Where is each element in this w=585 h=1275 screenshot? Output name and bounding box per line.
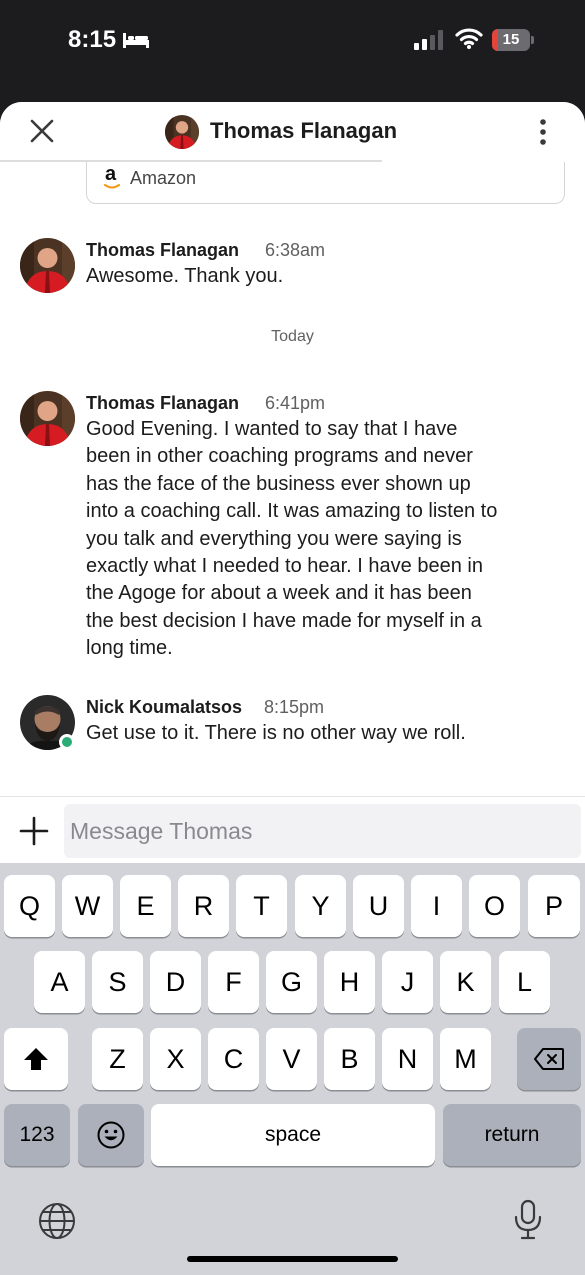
key-b[interactable]: B	[324, 1028, 375, 1090]
message-line: the best decision I have made for myself…	[86, 609, 482, 632]
key-z[interactable]: Z	[92, 1028, 143, 1090]
delete-key[interactable]	[517, 1028, 581, 1090]
key-k[interactable]: K	[440, 951, 491, 1013]
cellular-signal-icon	[414, 30, 443, 50]
shift-icon	[24, 1048, 48, 1070]
avatar-thomas-flanagan[interactable]	[20, 391, 75, 446]
key-e[interactable]: E	[120, 875, 171, 937]
message-line: long time.	[86, 637, 173, 660]
add-attachment-icon[interactable]	[18, 815, 50, 847]
message-author[interactable]: Thomas Flanagan	[86, 393, 239, 414]
key-r[interactable]: R	[178, 875, 229, 937]
backspace-icon	[534, 1048, 564, 1070]
status-bar: 8:15 15	[0, 0, 585, 100]
date-divider: Today	[271, 328, 314, 345]
key-h[interactable]: H	[324, 951, 375, 1013]
key-w[interactable]: W	[62, 875, 113, 937]
key-n[interactable]: N	[382, 1028, 433, 1090]
key-j[interactable]: J	[382, 951, 433, 1013]
message-timestamp[interactable]: 8:15pm	[264, 697, 324, 718]
key-s[interactable]: S	[92, 951, 143, 1013]
conversation-header: Thomas Flanagan	[0, 102, 585, 162]
link-preview-label: Amazon	[130, 168, 197, 188]
emoji-key[interactable]	[78, 1104, 144, 1166]
shift-key[interactable]	[4, 1028, 68, 1090]
key-l[interactable]: L	[499, 951, 550, 1013]
key-o[interactable]: O	[469, 875, 520, 937]
avatar-thomas-flanagan[interactable]	[20, 238, 75, 293]
message-line: has the face of the business ever shown …	[86, 472, 471, 495]
message-line: the Agoge for about a week and it has be…	[86, 582, 472, 605]
message-input[interactable]	[64, 804, 581, 858]
key-d[interactable]: D	[150, 951, 201, 1013]
microphone-icon[interactable]	[513, 1199, 543, 1241]
globe-icon[interactable]	[38, 1202, 76, 1240]
numbers-key[interactable]: 123	[4, 1104, 70, 1166]
message-line: Get use to it. There is no other way we …	[86, 722, 466, 744]
key-m[interactable]: M	[440, 1028, 491, 1090]
battery-icon: 15	[492, 29, 534, 51]
message-line: you talk and everything you were saying …	[86, 527, 462, 550]
message-line: been in other coaching programs and neve…	[86, 445, 473, 468]
message-body: Get use to it. There is no other way we …	[86, 720, 466, 747]
amazon-logo: a	[105, 163, 117, 185]
key-i[interactable]: I	[411, 875, 462, 937]
key-y[interactable]: Y	[295, 875, 346, 937]
message-line: exactly what I needed to hear. I have be…	[86, 555, 483, 578]
header-divider	[0, 160, 382, 162]
online-status-indicator	[59, 734, 75, 750]
space-key[interactable]: space	[151, 1104, 435, 1166]
key-p[interactable]: P	[528, 875, 580, 937]
close-icon[interactable]	[26, 115, 58, 147]
keyboard: Q W E R T Y U I O P A S D F G H J K L Z …	[0, 863, 585, 1275]
message-line: Good Evening. I wanted to say that I hav…	[86, 418, 458, 440]
message-author[interactable]: Thomas Flanagan	[86, 240, 239, 261]
conversation-title[interactable]: Thomas Flanagan	[210, 118, 397, 144]
key-x[interactable]: X	[150, 1028, 201, 1090]
message-timestamp[interactable]: 6:41pm	[265, 393, 325, 414]
message-line: into a coaching call. It was amazing to …	[86, 500, 498, 523]
key-g[interactable]: G	[266, 951, 317, 1013]
key-t[interactable]: T	[236, 875, 287, 937]
return-key[interactable]: return	[443, 1104, 581, 1166]
key-c[interactable]: C	[208, 1028, 259, 1090]
home-indicator[interactable]	[187, 1256, 398, 1262]
message-composer	[0, 796, 585, 863]
message-timestamp[interactable]: 6:38am	[265, 240, 325, 261]
key-q[interactable]: Q	[4, 875, 55, 937]
battery-level: 15	[502, 31, 520, 48]
message-body: Good Evening. I wanted to say that I hav…	[86, 416, 497, 663]
message-author[interactable]: Nick Koumalatsos	[86, 697, 242, 718]
key-v[interactable]: V	[266, 1028, 317, 1090]
key-f[interactable]: F	[208, 951, 259, 1013]
bed-icon	[123, 33, 149, 48]
more-vertical-icon[interactable]	[530, 116, 556, 148]
header-avatar[interactable]	[165, 115, 199, 149]
emoji-icon	[97, 1121, 125, 1149]
wifi-icon	[455, 28, 483, 49]
status-time: 8:15	[68, 26, 117, 53]
message-body: Awesome. Thank you.	[86, 263, 283, 290]
key-u[interactable]: U	[353, 875, 404, 937]
key-a[interactable]: A	[34, 951, 85, 1013]
amazon-smile-icon	[104, 184, 120, 189]
message-line: Awesome. Thank you.	[86, 265, 284, 287]
